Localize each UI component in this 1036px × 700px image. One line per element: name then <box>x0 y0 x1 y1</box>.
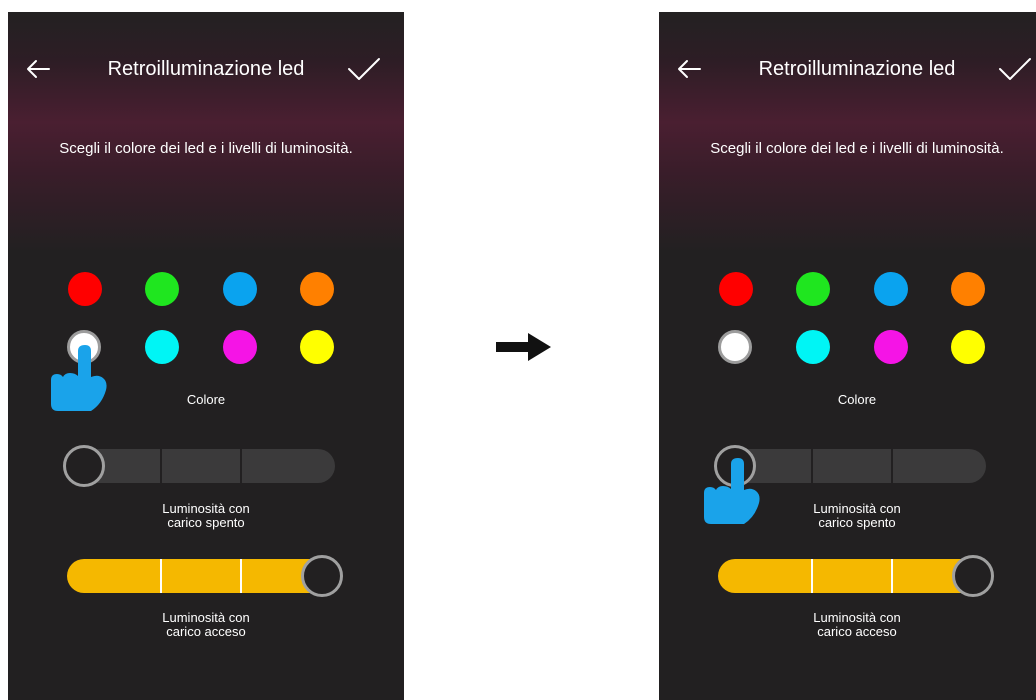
page-title: Retroilluminazione led <box>758 58 956 80</box>
color-cyan[interactable] <box>796 330 830 364</box>
color-magenta[interactable] <box>223 330 257 364</box>
color-orange[interactable] <box>300 272 334 306</box>
brightness-on-label: Luminosità con carico acceso <box>813 610 901 639</box>
slider-on-knob[interactable] <box>952 555 994 597</box>
brightness-on-slider[interactable] <box>67 555 343 597</box>
slider-off-knob[interactable] <box>63 445 105 487</box>
header: Retroilluminazione led <box>8 52 404 88</box>
hand-pointer-icon <box>51 345 107 411</box>
hand-pointer-icon <box>704 458 760 524</box>
brightness-on-slider[interactable] <box>718 555 994 597</box>
color-white[interactable] <box>718 330 752 364</box>
color-red[interactable] <box>68 272 102 306</box>
color-green[interactable] <box>796 272 830 306</box>
color-magenta[interactable] <box>874 330 908 364</box>
slider-on-knob[interactable] <box>301 555 343 597</box>
color-orange[interactable] <box>951 272 985 306</box>
check-icon[interactable] <box>347 56 381 82</box>
color-yellow[interactable] <box>951 330 985 364</box>
check-icon[interactable] <box>998 56 1032 82</box>
brightness-off-label: Luminosità con carico spento <box>162 501 250 530</box>
color-label: Colore <box>837 392 877 407</box>
color-yellow[interactable] <box>300 330 334 364</box>
phone-screen-after: Retroilluminazione led Scegli il colore … <box>659 12 1036 700</box>
phone-screen-before: Retroilluminazione led Scegli il colore … <box>8 12 404 700</box>
instruction-text: Scegli il colore dei led e i livelli di … <box>59 140 353 157</box>
arrow-right-icon <box>496 333 551 361</box>
instruction-text: Scegli il colore dei led e i livelli di … <box>710 140 1004 157</box>
brightness-on-label: Luminosità con carico acceso <box>162 610 250 639</box>
brightness-off-slider[interactable] <box>63 445 335 487</box>
color-green[interactable] <box>145 272 179 306</box>
color-cyan[interactable] <box>145 330 179 364</box>
page-title: Retroilluminazione led <box>107 58 305 80</box>
color-blue[interactable] <box>223 272 257 306</box>
header: Retroilluminazione led <box>659 52 1036 88</box>
color-red[interactable] <box>719 272 753 306</box>
color-blue[interactable] <box>874 272 908 306</box>
